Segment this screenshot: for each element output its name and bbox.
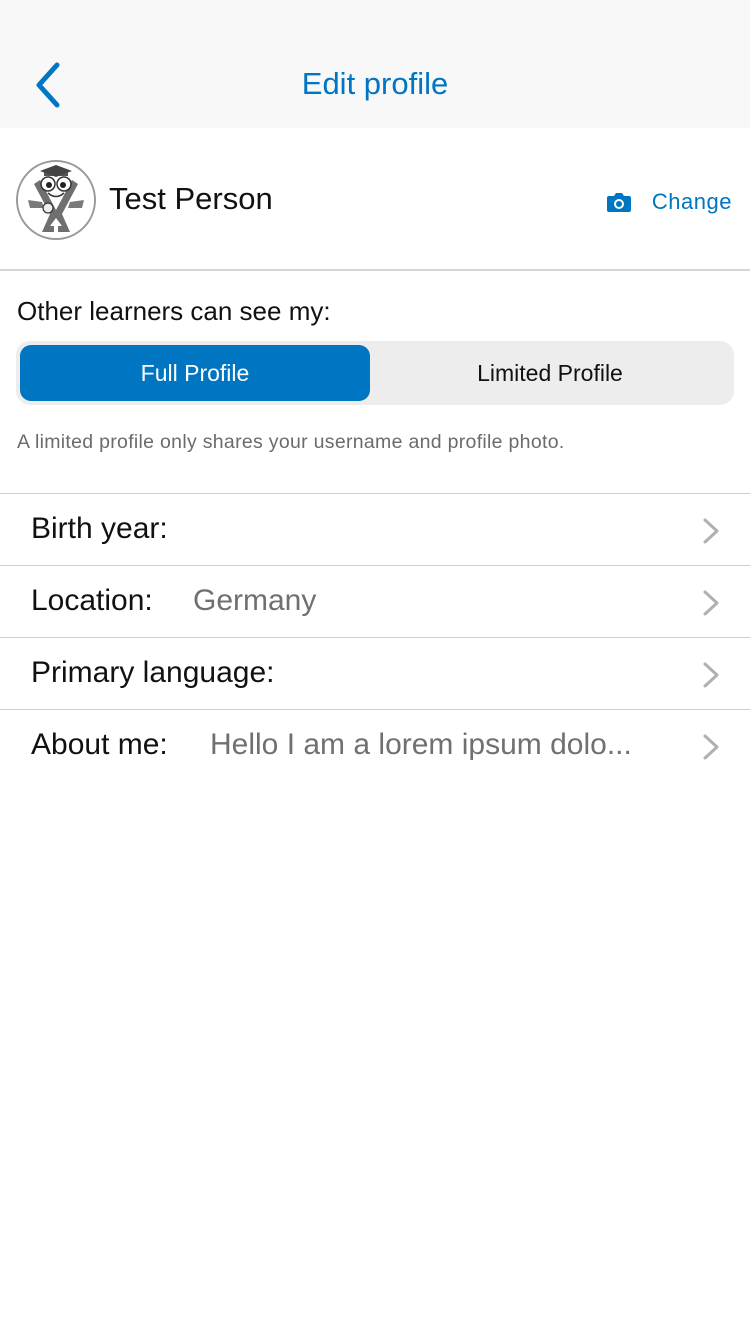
profile-visibility-toggle: Full Profile Limited Profile (16, 341, 734, 405)
change-photo-button[interactable]: Change (606, 186, 732, 218)
primary-language-row[interactable]: Primary language: (0, 637, 750, 709)
profile-fields-list: Birth year: Location: Germany Primary la… (0, 493, 750, 781)
location-row[interactable]: Location: Germany (0, 565, 750, 637)
chevron-right-icon (703, 662, 719, 688)
visibility-hint: A limited profile only shares your usern… (17, 431, 565, 453)
about-me-value: Hello I am a lorem ipsum dolo... (210, 728, 632, 761)
birth-year-label: Birth year: (31, 512, 168, 545)
profile-name: Test Person (109, 181, 273, 216)
limited-profile-option[interactable]: Limited Profile (370, 345, 730, 401)
page-title: Edit profile (301, 66, 449, 101)
profile-header: Test Person Change (0, 128, 750, 271)
about-me-label: About me: (31, 728, 168, 761)
visibility-label: Other learners can see my: (17, 296, 331, 326)
about-me-row[interactable]: About me: Hello I am a lorem ipsum dolo.… (0, 709, 750, 781)
primary-language-label: Primary language: (31, 656, 275, 689)
mascot-avatar-icon (20, 164, 92, 236)
chevron-right-icon (703, 734, 719, 760)
location-value: Germany (193, 584, 317, 617)
birth-year-row[interactable]: Birth year: (0, 493, 750, 565)
camera-icon (606, 193, 631, 212)
location-label: Location: (31, 584, 153, 617)
chevron-right-icon (703, 518, 719, 544)
nav-bar: Edit profile (0, 0, 750, 128)
avatar[interactable] (16, 160, 96, 240)
change-photo-label: Change (651, 189, 732, 214)
chevron-right-icon (703, 590, 719, 616)
full-profile-option[interactable]: Full Profile (20, 345, 370, 401)
